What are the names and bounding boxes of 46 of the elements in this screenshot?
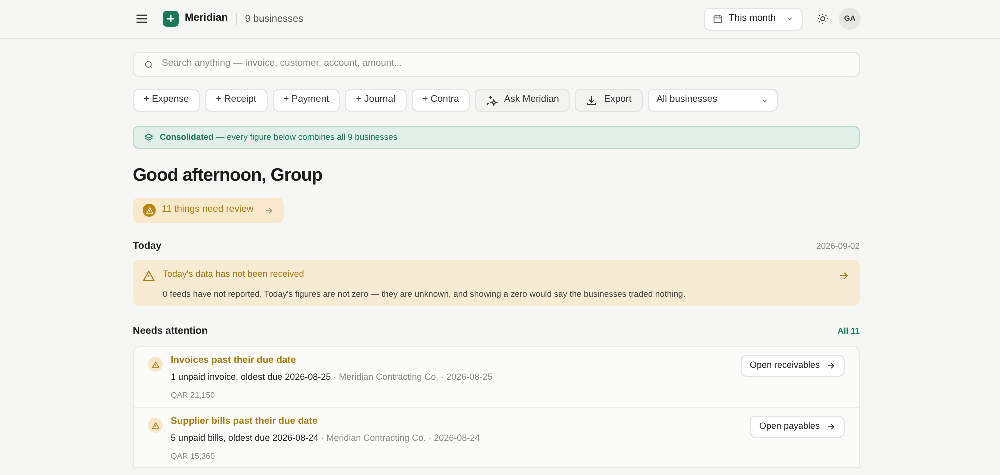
open-button[interactable]: Open payables [750, 416, 845, 438]
logo-icon [163, 11, 179, 27]
ask-button[interactable]: Ask Meridian [475, 89, 570, 112]
sparkle-icon [486, 94, 498, 106]
alert-title: Today's data has not been received [163, 268, 306, 281]
arrow-icon [826, 422, 836, 432]
item-amount: QAR 15,360 [171, 451, 216, 464]
business-count: 9 businesses [245, 12, 304, 26]
period-dropdown[interactable]: This month [704, 8, 803, 30]
warning-icon [143, 204, 156, 217]
add-button[interactable]: + Receipt [205, 89, 268, 112]
layers-icon [144, 132, 154, 142]
banner-text: Consolidated — every figure below combines all 9 businesses [160, 131, 398, 144]
search-input[interactable]: Search anything — invoice, customer, account, amount... [162, 57, 849, 72]
today-date: 2026-09-02 [816, 240, 860, 253]
section-title: Today [133, 240, 162, 254]
search-icon [144, 60, 154, 70]
item-title: Invoices past their due date [171, 355, 298, 367]
add-button[interactable]: + Payment [272, 89, 340, 112]
export-button[interactable]: Export [575, 89, 643, 112]
add-button[interactable]: + Journal [345, 89, 407, 112]
warning-icon [143, 270, 155, 282]
arrow-icon[interactable] [838, 270, 850, 282]
item-title: Supplier bills past their due date [171, 416, 319, 428]
item-summary: 5 unpaid bills, oldest due 2026-08-24 · Meridian Contracting Co. · 2026-08-24 [171, 432, 482, 445]
greeting-heading: Good afternoon, Group [133, 164, 324, 187]
warning-icon [148, 418, 163, 433]
open-button[interactable]: Open receivables [740, 355, 845, 377]
download-icon [586, 94, 598, 106]
add-button[interactable]: + Expense [133, 89, 200, 112]
item-amount: QAR 21,150 [171, 390, 216, 402]
business-dropdown[interactable]: All businesses [648, 89, 778, 112]
brand-name: Meridian [185, 11, 228, 26]
alert-body: 0 feeds have not reported. Today's figures are not zero — they are unknown, and showing a zero would say the businesses traded nothing. [163, 288, 687, 300]
section-title: Needs attention [133, 325, 208, 339]
arrow-icon [826, 361, 836, 371]
all-link[interactable]: All 11 [838, 325, 860, 338]
warning-icon [148, 357, 163, 372]
menu-icon[interactable] [135, 12, 149, 26]
theme-icon[interactable] [817, 13, 829, 25]
calendar-icon [713, 14, 723, 24]
arrow-icon [264, 206, 274, 216]
search-field[interactable]: Search anything — invoice, customer, account, amount... [133, 52, 860, 77]
chevron-icon [786, 15, 794, 23]
item-summary: 1 unpaid invoice, oldest due 2026-08-25 · Meridian Contracting Co. · 2026-08-25 [171, 370, 494, 384]
add-button[interactable]: + Contra [412, 89, 470, 112]
